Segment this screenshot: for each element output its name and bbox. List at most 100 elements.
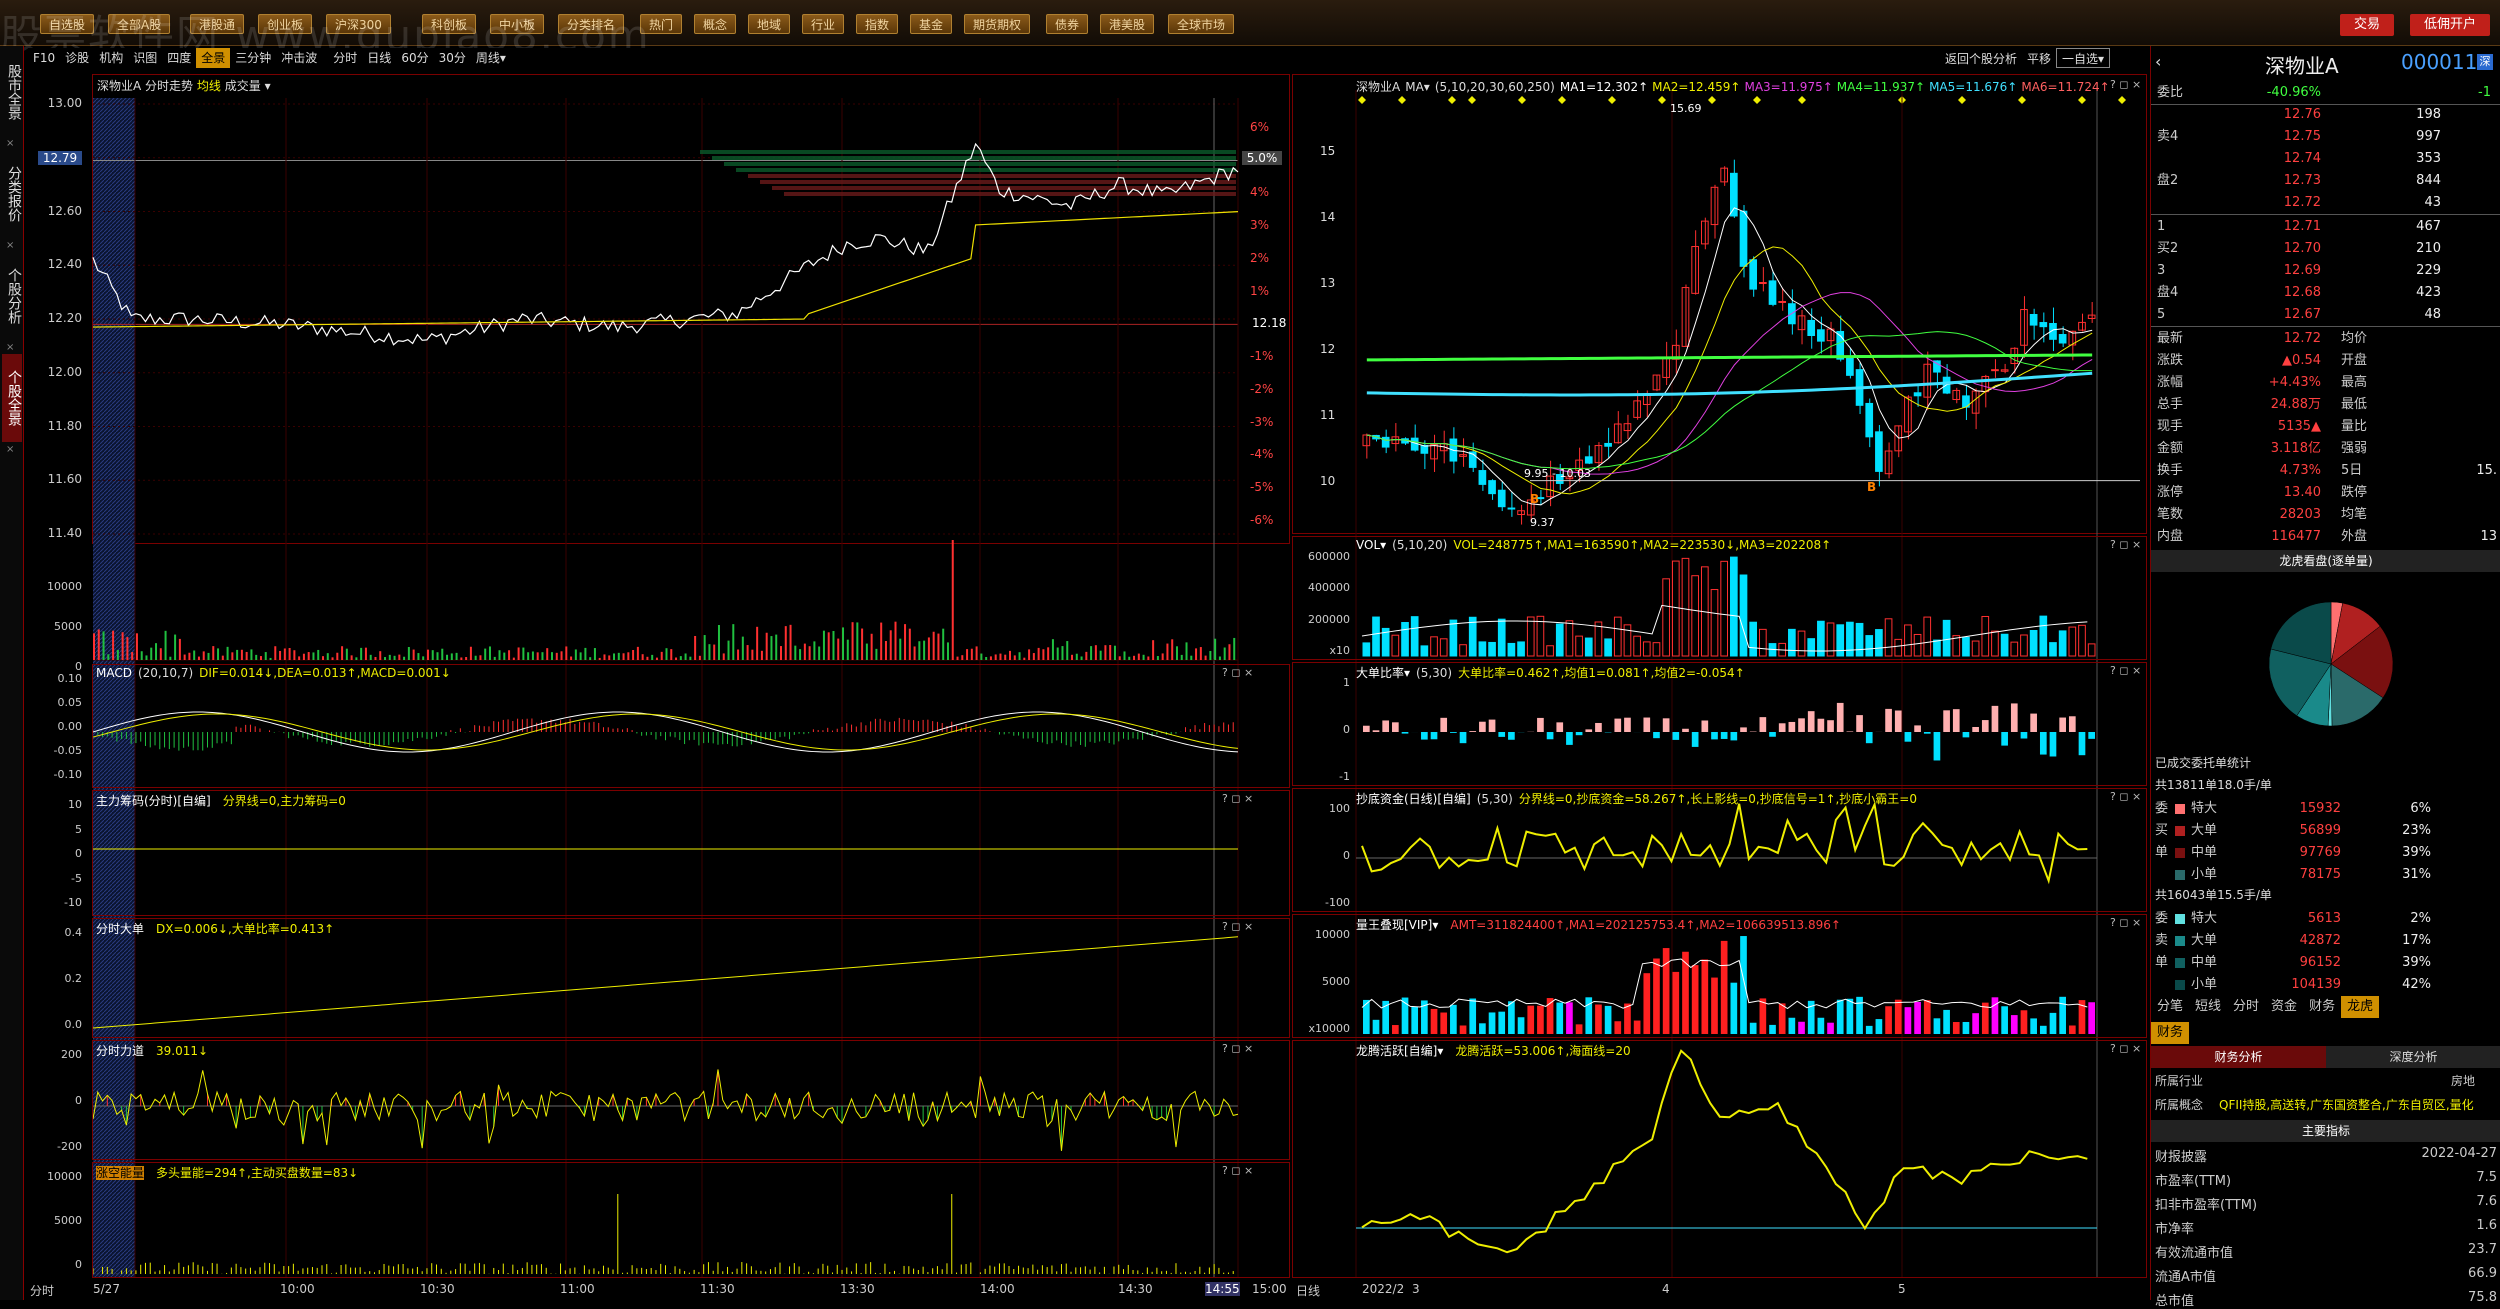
range-label: 9.95 - 10.03 — [1524, 467, 1591, 480]
stat-row: 总手24.88万最低 — [2151, 394, 2500, 416]
date-axis-label: 5 — [1898, 1282, 1906, 1296]
high-label: 15.69 — [1670, 102, 1702, 115]
tab-caiwu[interactable]: 财务 — [2151, 1022, 2189, 1044]
tab-3[interactable]: 资金 — [2265, 996, 2303, 1018]
daily-y-label: 13 — [1320, 276, 1335, 290]
stat-b: 跌停 — [2341, 482, 2401, 504]
panel-ctrl-icons[interactable]: ? ◻ × — [2110, 790, 2141, 803]
trade-button[interactable]: 交易 — [2340, 14, 2394, 36]
dragon-title: 龙虎看盘(逐单量) — [2151, 550, 2500, 572]
buy-3-price: 12.68 — [2211, 282, 2321, 304]
order-row: 小单10413942% — [2151, 974, 2500, 996]
quote-row: 盘412.68423 — [2151, 282, 2500, 304]
stat-a: 金额 — [2157, 438, 2217, 460]
sub-panel-right-0 — [1292, 536, 2147, 660]
stat-a: 涨幅 — [2157, 372, 2217, 394]
ma-value-0: MA1=12.302↑ — [1560, 80, 1648, 94]
open-account-button[interactable]: 低佣开户 — [2410, 14, 2490, 36]
sub-axis-label: 400000 — [1300, 581, 1350, 594]
stat-av: 3.118亿 — [2211, 438, 2321, 460]
fin-value: 2022-04-27 — [2351, 1146, 2497, 1161]
stat-row: 现手5135▲量比 — [2151, 416, 2500, 438]
stat-row: 换手4.73%5日15. — [2151, 460, 2500, 482]
market-badge-icon: 深 — [2477, 54, 2493, 70]
order-row: 委特大56132% — [2151, 908, 2500, 930]
sell-0-price: 12.76 — [2211, 104, 2321, 126]
panel-ctrl-icons[interactable]: ? ◻ × — [2110, 664, 2141, 677]
stat-row: 涨停13.40跌停 — [2151, 482, 2500, 504]
sell-1-volume: 997 — [2331, 126, 2441, 148]
stat-a: 最新 — [2157, 328, 2217, 350]
divider — [2151, 326, 2500, 327]
stat-av: 24.88万 — [2211, 394, 2321, 416]
stock-name: 深物业A — [2265, 50, 2339, 79]
sub-axis-label: 5000 — [1300, 975, 1350, 988]
stat-a: 现手 — [2157, 416, 2217, 438]
fin-label: 市盈率(TTM) — [2155, 1170, 2231, 1189]
buy-2-label: 3 — [2157, 260, 2165, 282]
stat-a: 涨跌 — [2157, 350, 2217, 372]
buy-1-label: 买2 — [2157, 238, 2178, 260]
ma-value-5: MA6=11.724↑ — [2021, 80, 2109, 94]
tab-1[interactable]: 短线 — [2189, 996, 2227, 1018]
sub-axis-label: 10000 — [1300, 928, 1350, 941]
daily-y-label: 10 — [1320, 474, 1335, 488]
buy-3-volume: 423 — [2331, 282, 2441, 304]
stat-b: 外盘 — [2341, 526, 2401, 548]
sell-3-volume: 844 — [2331, 170, 2441, 192]
panel-ctrl-icons[interactable]: ? ◻ × — [2110, 538, 2141, 551]
sell-3-price: 12.73 — [2211, 170, 2321, 192]
tab-financial-analysis[interactable]: 财务分析 — [2151, 1046, 2326, 1068]
tab-0[interactable]: 分笔 — [2151, 996, 2189, 1018]
tab-deep-analysis[interactable]: 深度分析 — [2326, 1046, 2500, 1068]
low-label: 9.37 — [1530, 516, 1555, 529]
order-row: 卖大单4287217% — [2151, 930, 2500, 952]
stock-code: 000011 — [2401, 50, 2477, 74]
sub-axis-label: 100 — [1300, 802, 1350, 815]
buy-4-price: 12.67 — [2211, 304, 2321, 326]
tab-4[interactable]: 财务 — [2303, 996, 2341, 1018]
stat-a: 涨停 — [2157, 482, 2217, 504]
tab-2[interactable]: 分时 — [2227, 996, 2265, 1018]
legend-swatch — [2175, 958, 2185, 968]
sub-title-right-1: 大单比率▾(5,30)大单比率=0.462↑,均值1=0.081↑,均值2=-0… — [1356, 664, 1745, 681]
buy-0-label: 1 — [2157, 216, 2165, 238]
stat-b: 均笔 — [2341, 504, 2401, 526]
panel-ctrl-icons[interactable]: ? ◻ × — [2110, 916, 2141, 929]
panel-ctrl-icons[interactable]: ? ◻ × — [2110, 78, 2141, 91]
back-icon[interactable]: ‹ — [2155, 52, 2161, 71]
panel-ctrl-icons[interactable]: ? ◻ × — [2110, 1042, 2141, 1055]
stat-b: 均价 — [2341, 328, 2401, 350]
stat-av: +4.43% — [2211, 372, 2321, 394]
divider — [2151, 214, 2500, 215]
date-corner-label: 日线 — [1296, 1282, 1320, 1299]
buy-0-price: 12.71 — [2211, 216, 2321, 238]
stat-bv: 15. — [2411, 460, 2497, 482]
daily-title: 深物业AMA▾(5,10,20,30,60,250)MA1=12.302↑MA2… — [1356, 78, 2114, 95]
tab-5[interactable]: 龙虎 — [2341, 996, 2379, 1018]
stat-b: 最高 — [2341, 372, 2401, 394]
sub-title-right-4: 龙腾活跃[自编]▾龙腾活跃=53.006↑,海面线=20 — [1356, 1042, 1631, 1059]
stat-av: 12.72 — [2211, 328, 2321, 350]
date-axis-label: 4 — [1662, 1282, 1670, 1296]
stat-a: 换手 — [2157, 460, 2217, 482]
sub-axis-label: 0 — [1300, 849, 1350, 862]
sub-axis-label: 0 — [1300, 723, 1350, 736]
concept-label: 所属概念 — [2155, 1096, 2203, 1113]
sub-axis-label: -1 — [1300, 770, 1350, 783]
stat-av: 5135▲ — [2211, 416, 2321, 438]
buy-signal-b: B — [1530, 492, 1539, 506]
stat-b: 强弱 — [2341, 438, 2401, 460]
quote-row: 12.74353 — [2151, 148, 2500, 170]
ma-value-2: MA3=11.975↑ — [1744, 80, 1832, 94]
sell-2-price: 12.74 — [2211, 148, 2321, 170]
legend-swatch — [2175, 936, 2185, 946]
date-axis-label: 2022/2 — [1362, 1282, 1404, 1296]
stat-row: 内盘116477外盘13 — [2151, 526, 2500, 548]
fin-label: 财报披露 — [2155, 1146, 2207, 1165]
quote-row: 512.6748 — [2151, 304, 2500, 326]
stat-av: ▲0.54 — [2211, 350, 2321, 372]
done-title: 已成交委托单统计 — [2155, 754, 2251, 771]
intraday-title: 深物业A 分时走势 均线 成交量 ▾ — [97, 77, 271, 94]
sell-1-price: 12.75 — [2211, 126, 2321, 148]
